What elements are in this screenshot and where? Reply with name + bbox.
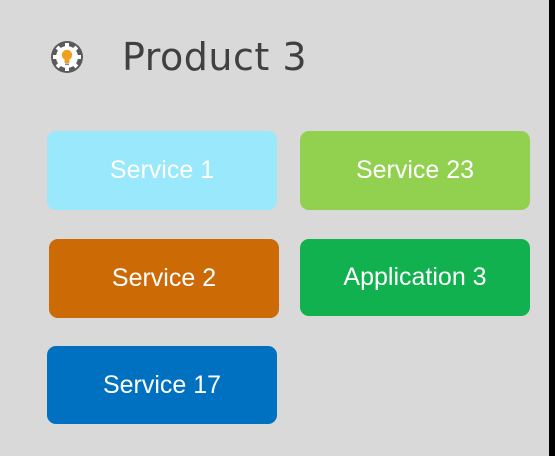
tile-service-17[interactable]: Service 17 xyxy=(47,346,277,424)
tile-label: Service 1 xyxy=(109,156,215,184)
tile-label: Service 23 xyxy=(355,156,475,184)
tile-label: Service 2 xyxy=(111,264,217,292)
tile-service-23[interactable]: Service 23 xyxy=(300,131,530,210)
gear-bulb-icon xyxy=(51,41,83,73)
product-header: Product 3 xyxy=(50,38,307,76)
tile-service-2[interactable]: Service 2 xyxy=(49,239,279,318)
tile-label: Service 17 xyxy=(102,370,222,399)
tile-service-1[interactable]: Service 1 xyxy=(47,131,277,210)
right-edge xyxy=(549,0,555,456)
product-panel: Product 3 Service 1 Service 23 Service 2… xyxy=(0,0,549,456)
tile-label: Application 3 xyxy=(343,263,487,291)
product-title: Product 3 xyxy=(122,35,308,79)
tile-application-3[interactable]: Application 3 xyxy=(300,239,530,316)
